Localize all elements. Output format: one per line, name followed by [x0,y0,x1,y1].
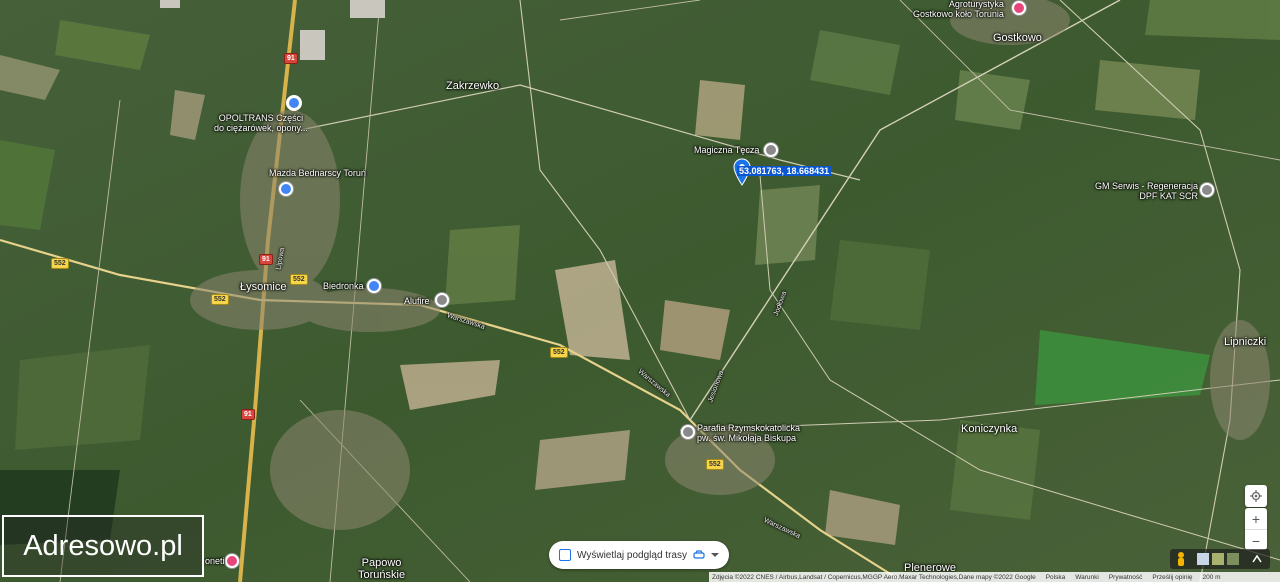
cart-icon[interactable] [366,278,382,294]
town-label-zakrzewko: Zakrzewko [446,80,500,92]
route-preview-label: Wyświetlaj podgląd trasy [577,549,687,561]
poi-label-mazda[interactable]: Mazda Bednarscy Toruń [269,168,366,179]
town-label-koniczynka: Koniczynka [961,423,1018,435]
poi-label-oneti[interactable]: oneti [205,556,225,567]
map-footer: Zdjęcia ©2022 CNES / Airbus,Landsat / Co… [709,572,1280,582]
crosshair-icon [1250,490,1262,502]
poi-label-magiczna-tecza[interactable]: Magiczna Tęcza [694,145,759,156]
town-label-lysomice: Łysomice [240,281,287,293]
pegman-icon[interactable] [1178,552,1184,566]
car-dealer-icon[interactable] [278,181,294,197]
road-shield-91: 91 [284,53,298,64]
road-shield-552: 552 [290,274,308,285]
church-icon[interactable] [680,424,696,440]
route-preview-button[interactable]: Wyświetlaj podgląd trasy [549,541,729,569]
road-shield-552: 552 [550,347,568,358]
town-label-gostkowo: Gostkowo [993,32,1042,44]
town-label-lipniczki: Lipniczki [1224,336,1267,348]
road-shield-552: 552 [706,459,724,470]
feedback-link[interactable]: Prześlij opinię [1152,574,1192,581]
poi-label-gm-serwis[interactable]: GM Serwis - Regeneracja DPF KAT SCR [1095,181,1198,202]
my-location-button[interactable] [1245,485,1267,507]
terms-link[interactable]: Warunki [1075,574,1099,581]
route-preview-checkbox[interactable] [559,549,572,561]
terrain-base [0,0,1280,582]
place-icon[interactable] [434,292,450,308]
attribution-text: Zdjęcia ©2022 CNES / Airbus,Landsat / Co… [712,573,1036,581]
hotel-icon[interactable] [224,553,240,569]
road-shield-552: 552 [51,258,69,269]
satellite-layer-thumb[interactable] [1212,553,1224,565]
zoom-controls: + − [1245,508,1267,550]
satellite-map[interactable] [0,0,1280,582]
scale-label: 200 m [1202,573,1221,581]
road-shield-91: 91 [259,254,273,265]
chevron-down-icon[interactable] [710,552,719,558]
terrain-layer-thumb[interactable] [1227,553,1239,565]
road-shield-91: 91 [241,409,255,420]
marker-coordinates: 53.081763, 18.668431 [737,166,832,176]
privacy-link[interactable]: Prywatność [1109,574,1143,581]
poi-label-biedronka[interactable]: Biedronka [323,281,364,292]
zoom-out-button[interactable]: − [1245,529,1267,551]
expand-icon[interactable] [1252,554,1262,563]
poi-label-alufire[interactable]: Alufire [404,296,430,307]
logo-text: Adresowo.pl [23,529,183,562]
shop-icon[interactable] [286,95,302,111]
poi-label-opoltrans[interactable]: OPOLTRANS Części do ciężarówek, opony... [214,113,308,134]
language-link[interactable]: Polska [1046,574,1066,581]
hotel-icon[interactable] [1011,0,1027,16]
place-icon[interactable] [1199,182,1215,198]
poi-label-parafia[interactable]: Parafia Rzymskokatolicka pw. św. Mikołaj… [697,423,800,444]
layer-thumbnails[interactable] [1170,549,1270,569]
car-icon [693,550,705,559]
place-icon[interactable] [763,142,779,158]
road-shield-552: 552 [211,294,229,305]
map-layer-thumb[interactable] [1197,553,1209,565]
adresowo-logo: Adresowo.pl [2,515,204,577]
zoom-in-button[interactable]: + [1245,508,1267,529]
town-label-papowo: Papowo Toruńskie [358,557,406,582]
poi-label-agroturystyka[interactable]: Agroturystyka Gostkowo koło Torunia [913,0,1004,20]
